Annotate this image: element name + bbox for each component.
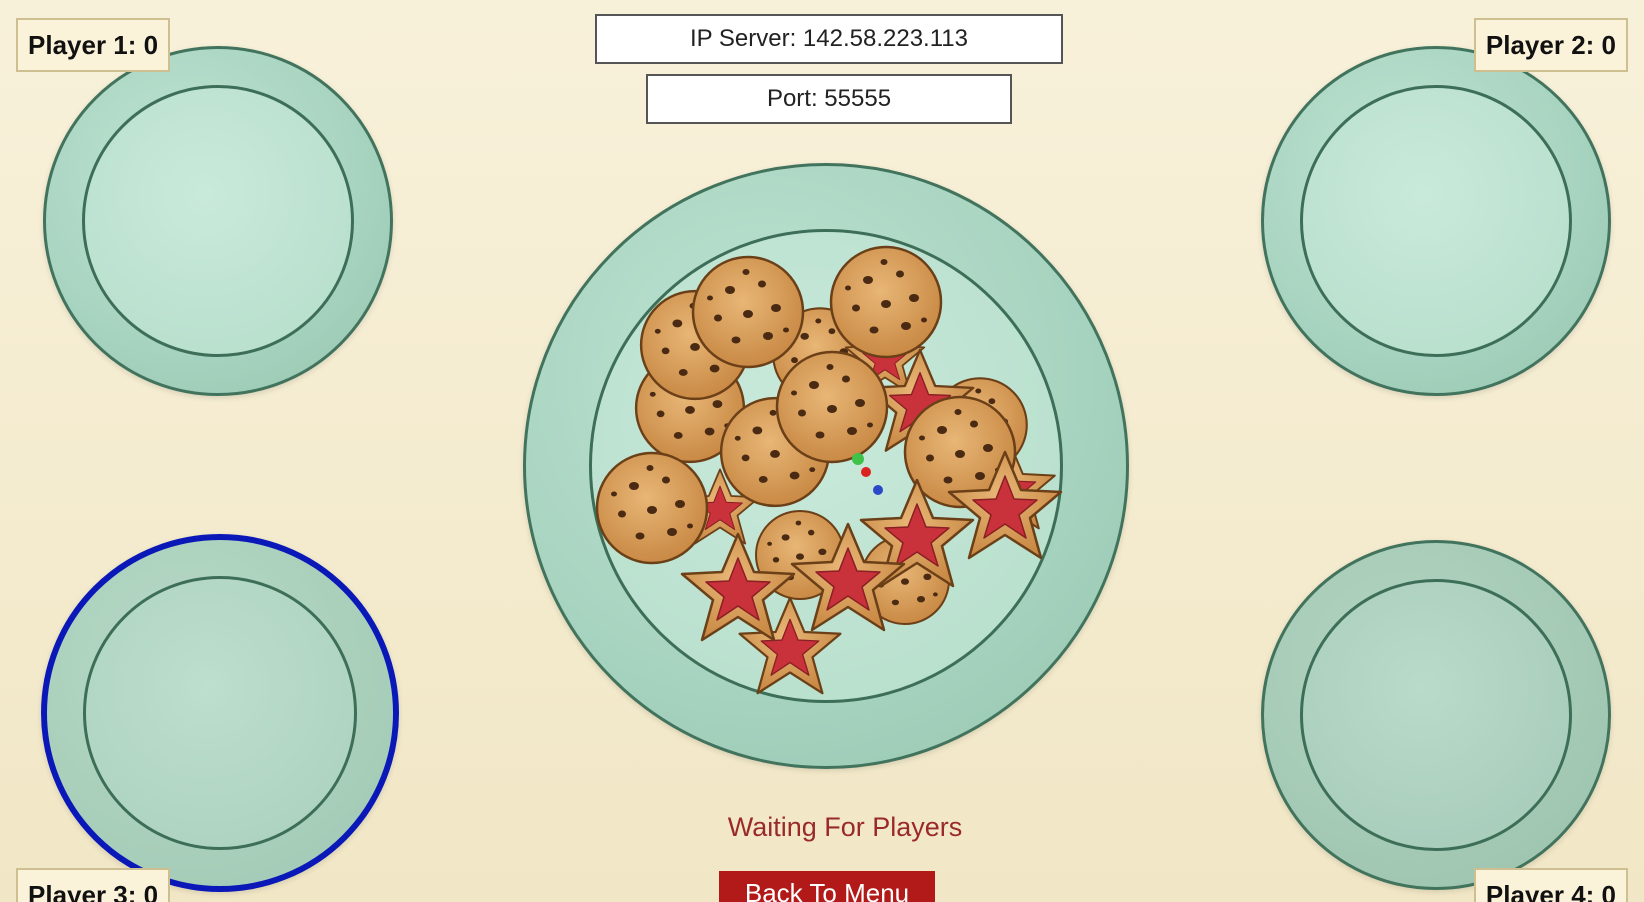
port-box: Port: 55555 [646,74,1012,124]
plate-inner-rim [589,229,1063,703]
plate-inner-rim [1300,579,1572,851]
plate-inner-rim [1300,85,1572,357]
player-1-score: Player 1: 0 [16,18,171,72]
player-3-plate-selected[interactable] [41,534,399,892]
status-message: Waiting For Players [727,812,963,842]
plate-inner-rim [82,85,354,357]
player-4-plate[interactable] [1261,540,1611,890]
player-3-score: Player 3: 0 [16,868,171,902]
player-4-score: Player 4: 0 [1473,868,1628,902]
plate-inner-rim [83,576,357,850]
player-2-plate[interactable] [1261,46,1611,396]
center-cookie-plate [523,163,1129,769]
player-2-score: Player 2: 0 [1473,18,1628,72]
player-1-plate[interactable] [43,46,393,396]
game-screen: Player 1: 0 Player 2: 0 Player 3: 0 Play… [0,0,1644,902]
back-to-menu-button[interactable]: Back To Menu [719,871,935,902]
ip-server-box: IP Server: 142.58.223.113 [595,14,1063,64]
